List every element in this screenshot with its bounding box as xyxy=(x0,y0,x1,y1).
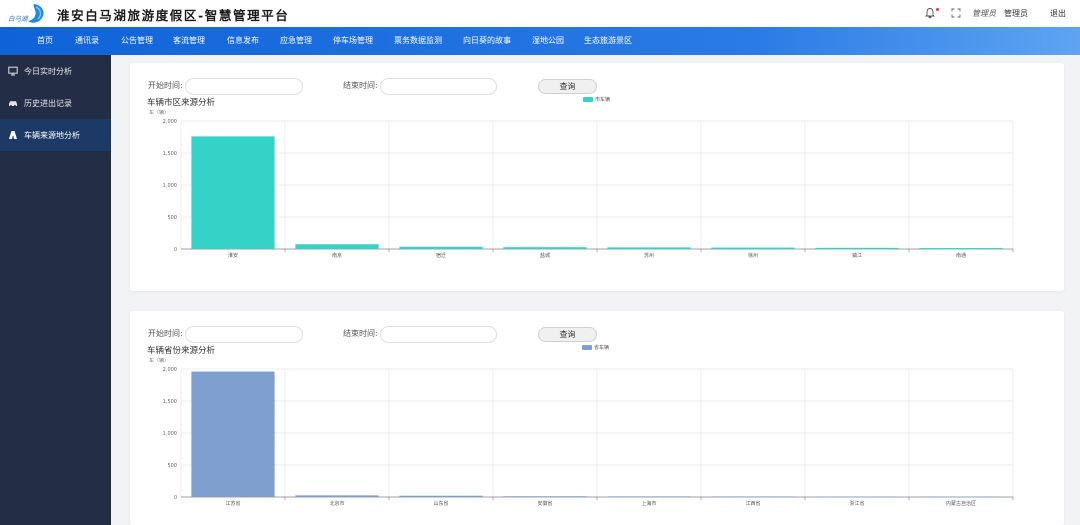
query-button[interactable]: 查询 xyxy=(538,79,597,94)
query-button[interactable]: 查询 xyxy=(538,327,597,342)
x-tick-label: 安徽省 xyxy=(537,500,552,507)
sidebar: 今日实时分析 历史进出记录 车辆来源地分析 xyxy=(0,55,111,525)
sidebar-item-today-analysis[interactable]: 今日实时分析 xyxy=(0,55,111,87)
sidebar-item-label: 车辆来源地分析 xyxy=(24,130,80,140)
y-tick-label: 2,000 xyxy=(163,367,177,373)
bell-icon[interactable] xyxy=(924,7,939,19)
bar xyxy=(503,496,587,497)
y-tick-label: 1,500 xyxy=(163,151,177,157)
logout-link[interactable]: 退出 xyxy=(1050,8,1066,19)
car-icon xyxy=(9,101,17,107)
x-tick-label: 镇江 xyxy=(852,252,862,259)
end-time-input[interactable] xyxy=(380,326,497,343)
bar xyxy=(295,244,379,249)
user-role: 管理员 xyxy=(972,8,996,18)
bar xyxy=(191,371,275,497)
nav-visitor-flow[interactable]: 客流管理 xyxy=(173,27,205,55)
province-source-panel: 开始时间: 结束时间: 查询 车辆省份来源分析 车（辆） 省车辆 0 500 1,0… xyxy=(130,311,1064,525)
nav-eco-tourism[interactable]: 生态旅游景区 xyxy=(584,27,632,55)
x-tick-label: 南京 xyxy=(332,252,342,259)
bar xyxy=(919,248,1003,249)
y-tick-label: 500 xyxy=(167,215,177,221)
bar xyxy=(191,136,275,249)
bar xyxy=(503,247,587,249)
y-tick-label: 500 xyxy=(167,463,177,469)
start-time-label: 开始时间: xyxy=(148,329,183,338)
chart-title: 车辆市区来源分析 xyxy=(147,98,216,108)
nav-announcements[interactable]: 公告管理 xyxy=(121,27,153,55)
start-time-input[interactable] xyxy=(185,78,303,95)
city-source-panel: 开始时间: 结束时间: 查询 车辆市区来源分析 车（辆） 市车辆 0 500 1,0… xyxy=(130,63,1064,291)
x-tick-label: 淮安 xyxy=(228,252,238,259)
bar xyxy=(607,247,691,249)
chart-legend[interactable]: 市车辆 xyxy=(583,96,610,103)
nav-ticket-monitor[interactable]: 票务数据监测 xyxy=(394,27,442,55)
x-tick-label: 徐州 xyxy=(748,252,758,259)
nav-parking[interactable]: 停车场管理 xyxy=(333,27,373,55)
bar xyxy=(815,247,899,249)
x-tick-label: 江西省 xyxy=(745,500,760,507)
logo-text: 白马湖 xyxy=(8,15,29,23)
y-tick-label: 2,000 xyxy=(163,119,177,125)
legend-label: 市车辆 xyxy=(595,97,611,103)
sidebar-item-source-analysis[interactable]: 车辆来源地分析 xyxy=(0,119,111,151)
nav-emergency[interactable]: 应急管理 xyxy=(280,27,312,55)
date-filter-row: 开始时间: 结束时间: 查询 xyxy=(130,78,1064,95)
sidebar-item-label: 今日实时分析 xyxy=(24,66,72,76)
x-tick-label: 江苏省 xyxy=(225,500,240,507)
x-tick-label: 盐城 xyxy=(540,252,550,259)
bar xyxy=(399,246,483,249)
app-title: 淮安白马湖旅游度假区-智慧管理平台 xyxy=(57,8,290,23)
x-tick-label: 内蒙古自治区 xyxy=(946,500,976,507)
start-time-input[interactable] xyxy=(185,326,303,343)
x-tick-label: 南通 xyxy=(956,252,966,259)
nav-wetland-park[interactable]: 湿地公园 xyxy=(532,27,564,55)
x-tick-label: 浙江省 xyxy=(849,500,864,507)
x-tick-label: 山东省 xyxy=(433,500,448,507)
y-tick-label: 0 xyxy=(174,495,177,501)
nav-home[interactable]: 首页 xyxy=(37,27,53,55)
chart-legend[interactable]: 省车辆 xyxy=(582,344,609,351)
bar xyxy=(295,495,379,497)
end-time-input[interactable] xyxy=(380,78,497,95)
chart-title: 车辆省份来源分析 xyxy=(147,346,216,356)
nav-info-publish[interactable]: 信息发布 xyxy=(227,27,259,55)
nav-sunflower-story[interactable]: 向日葵的故事 xyxy=(463,27,511,55)
monitor-icon xyxy=(8,66,18,76)
y-tick-label: 1,000 xyxy=(163,431,177,437)
x-tick-label: 宿迁 xyxy=(436,252,446,259)
legend-label: 省车辆 xyxy=(594,345,610,351)
fullscreen-icon[interactable] xyxy=(950,7,962,19)
bar xyxy=(711,496,795,497)
baimahu-logo[interactable]: 白马湖 xyxy=(6,2,48,25)
username[interactable]: 管理员 xyxy=(1004,8,1028,19)
x-tick-label: 上海市 xyxy=(641,500,656,507)
road-icon xyxy=(9,131,17,139)
sidebar-item-history-records[interactable]: 历史进出记录 xyxy=(0,87,111,119)
sidebar-item-label: 历史进出记录 xyxy=(24,98,72,108)
bar xyxy=(711,247,795,249)
legend-swatch xyxy=(582,345,592,350)
user-area: 管理员 管理员 退出 xyxy=(924,7,1066,19)
bar xyxy=(399,495,483,497)
bar xyxy=(607,496,691,497)
x-tick-label: 北京市 xyxy=(329,500,344,507)
legend-swatch xyxy=(583,97,593,102)
nav-contacts[interactable]: 通讯录 xyxy=(75,27,99,55)
province-source-bar-chart: 0 500 1,000 1,500 2,000 江苏省 北京市 山东省 安徽省 上海市 江西省 浙江省… xyxy=(163,367,1014,507)
start-time-label: 开始时间: xyxy=(148,81,183,90)
y-tick-label: 1,500 xyxy=(163,399,177,405)
top-bar: 白马湖 淮安白马湖旅游度假区-智慧管理平台 管理员 管理员 退出 xyxy=(0,0,1080,27)
end-time-label: 结束时间: xyxy=(343,81,378,90)
bar xyxy=(815,496,899,497)
y-tick-label: 1,000 xyxy=(163,183,177,189)
y-tick-label: 0 xyxy=(174,247,177,253)
date-filter-row: 开始时间: 结束时间: 查询 xyxy=(130,326,1064,343)
main-nav: 首页 通讯录 公告管理 客流管理 信息发布 应急管理 停车场管理 票务数据监测 … xyxy=(0,27,1080,55)
x-tick-label: 苏州 xyxy=(644,252,654,259)
notification-dot xyxy=(936,8,939,11)
city-source-bar-chart: 0 500 1,000 1,500 2,000 淮安 南京 宿迁 盐城 苏州 徐州 镇江 南通 xyxy=(163,119,1014,259)
end-time-label: 结束时间: xyxy=(343,329,378,338)
